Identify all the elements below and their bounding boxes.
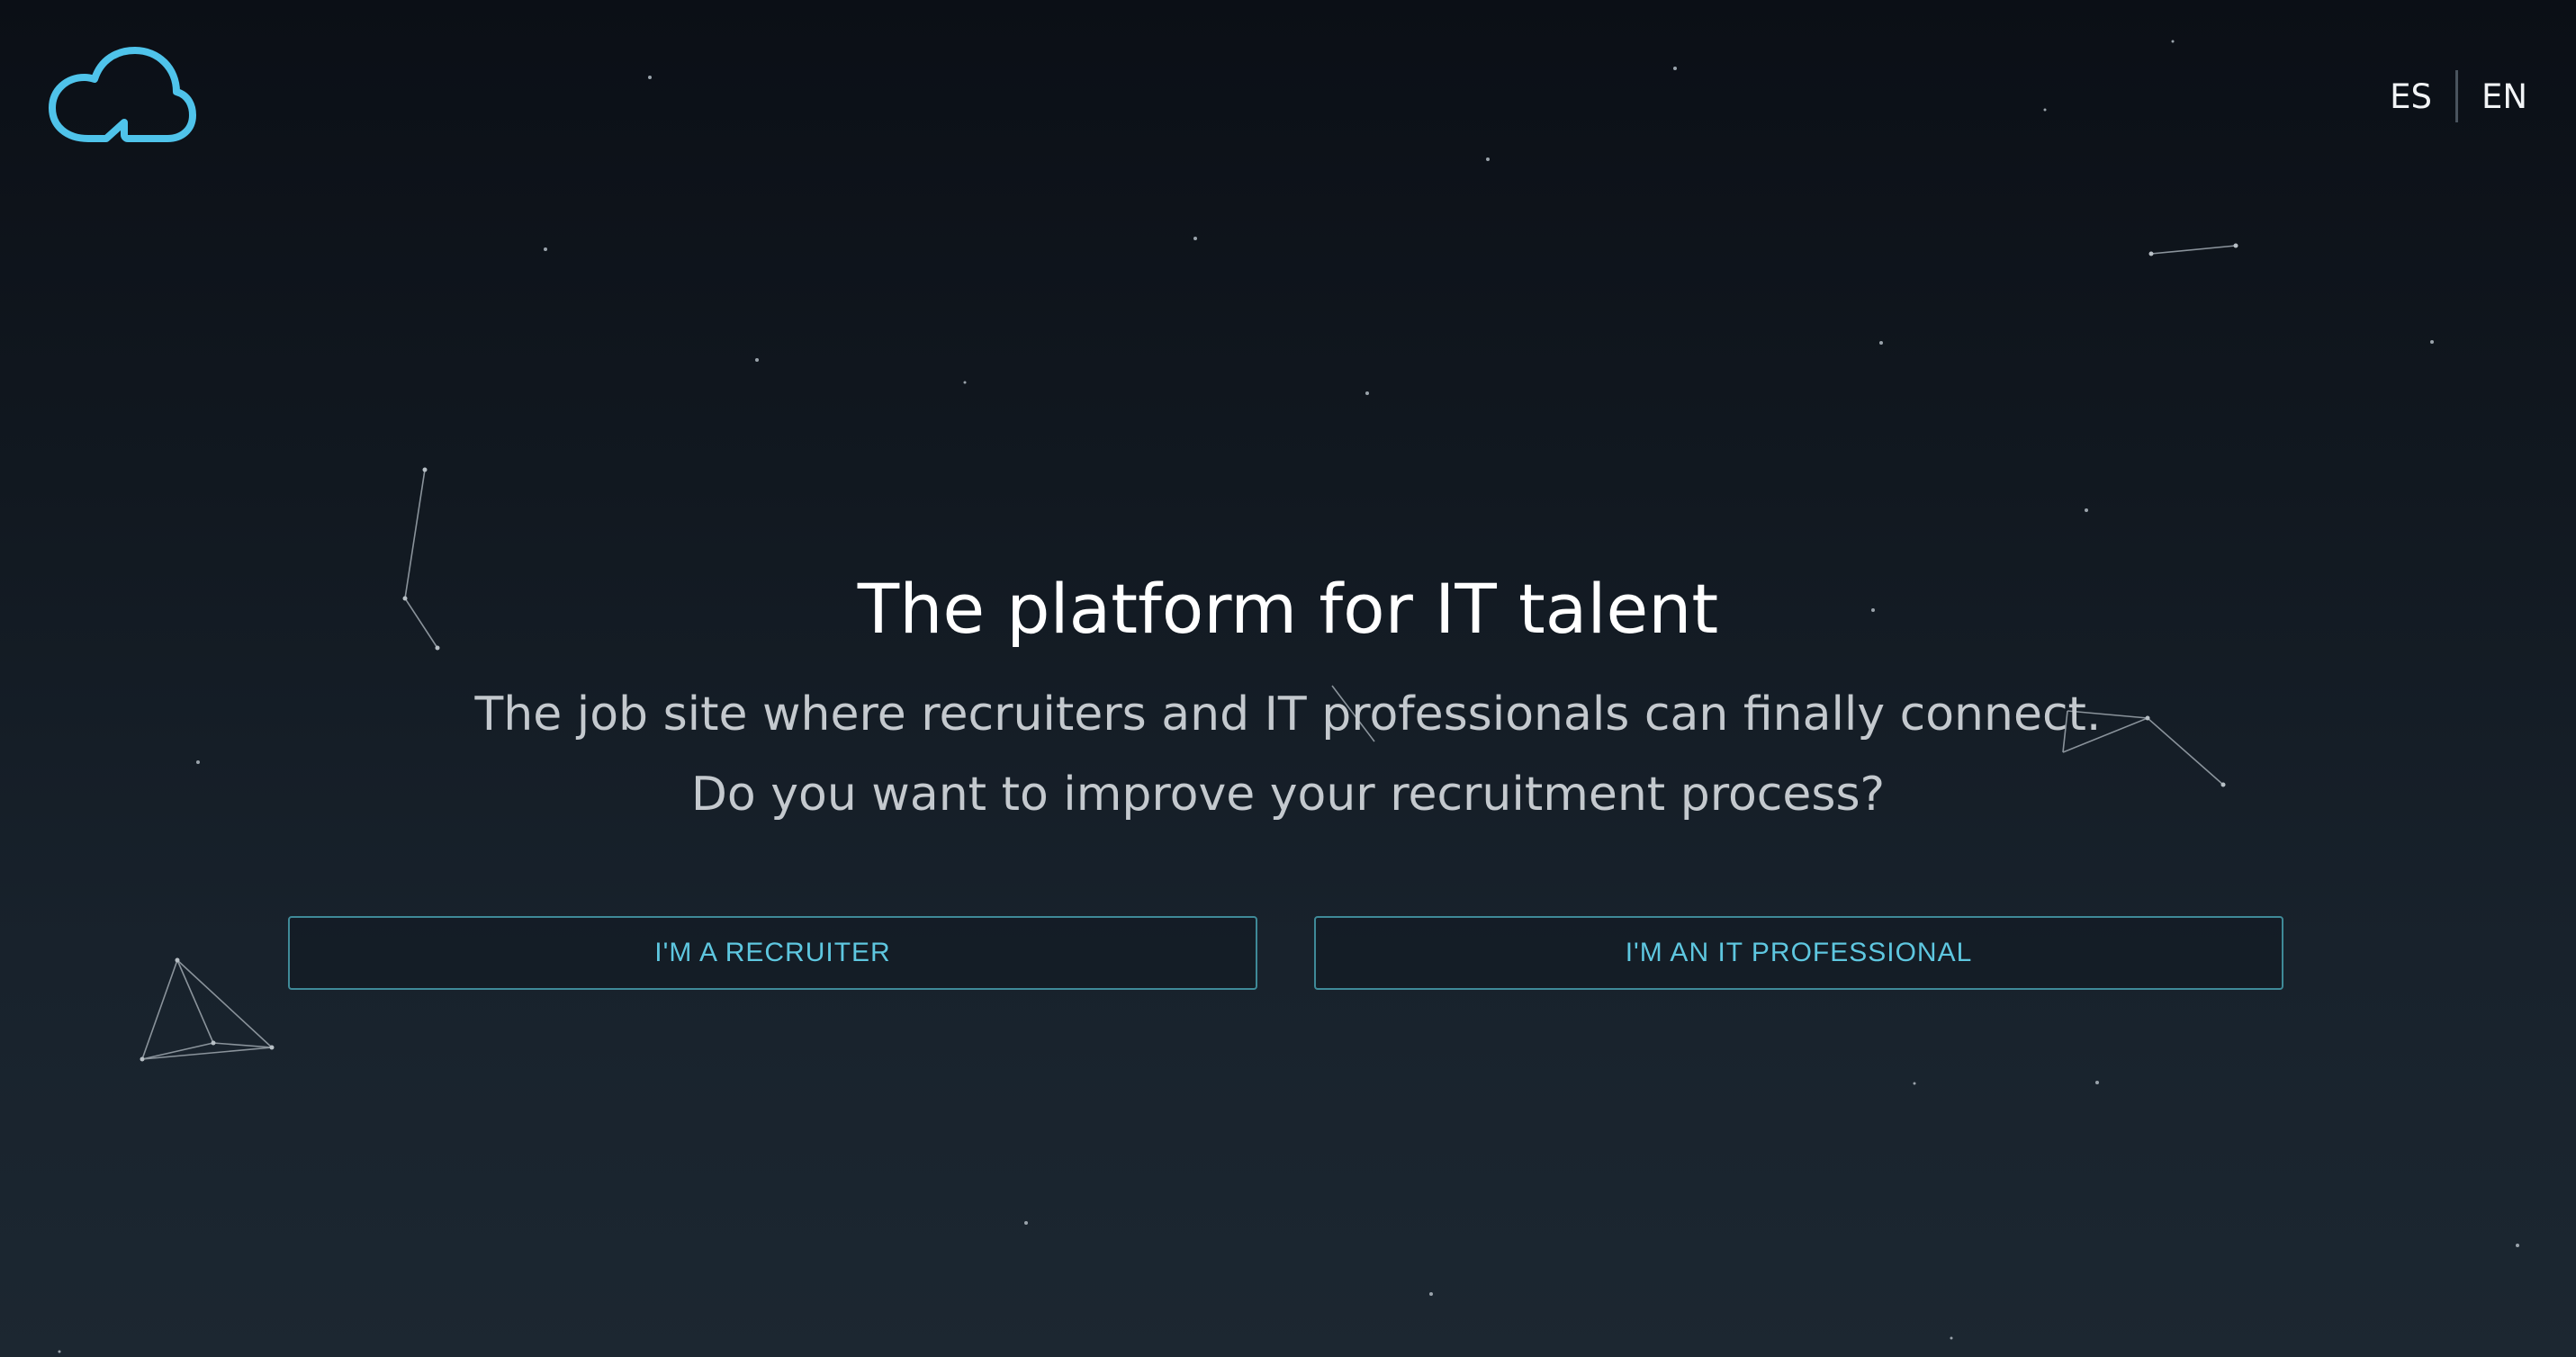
language-switcher: ES EN xyxy=(2384,70,2533,122)
language-divider xyxy=(2454,70,2458,122)
starfield-background xyxy=(58,40,2519,1353)
hero-subtitle-line1: The job site where recruiters and IT pro… xyxy=(474,687,2102,741)
recruiter-button[interactable]: I'M A RECRUITER xyxy=(288,916,1257,990)
language-en-link[interactable]: EN xyxy=(2476,77,2533,116)
cloud-logo-icon[interactable] xyxy=(47,45,196,146)
hero-title: The platform for IT talent xyxy=(857,569,1719,649)
hero-subtitle-line2: Do you want to improve your recruitment … xyxy=(690,768,1886,822)
it-professional-button[interactable]: I'M AN IT PROFESSIONAL xyxy=(1314,916,2283,990)
language-es-link[interactable]: ES xyxy=(2384,77,2437,116)
